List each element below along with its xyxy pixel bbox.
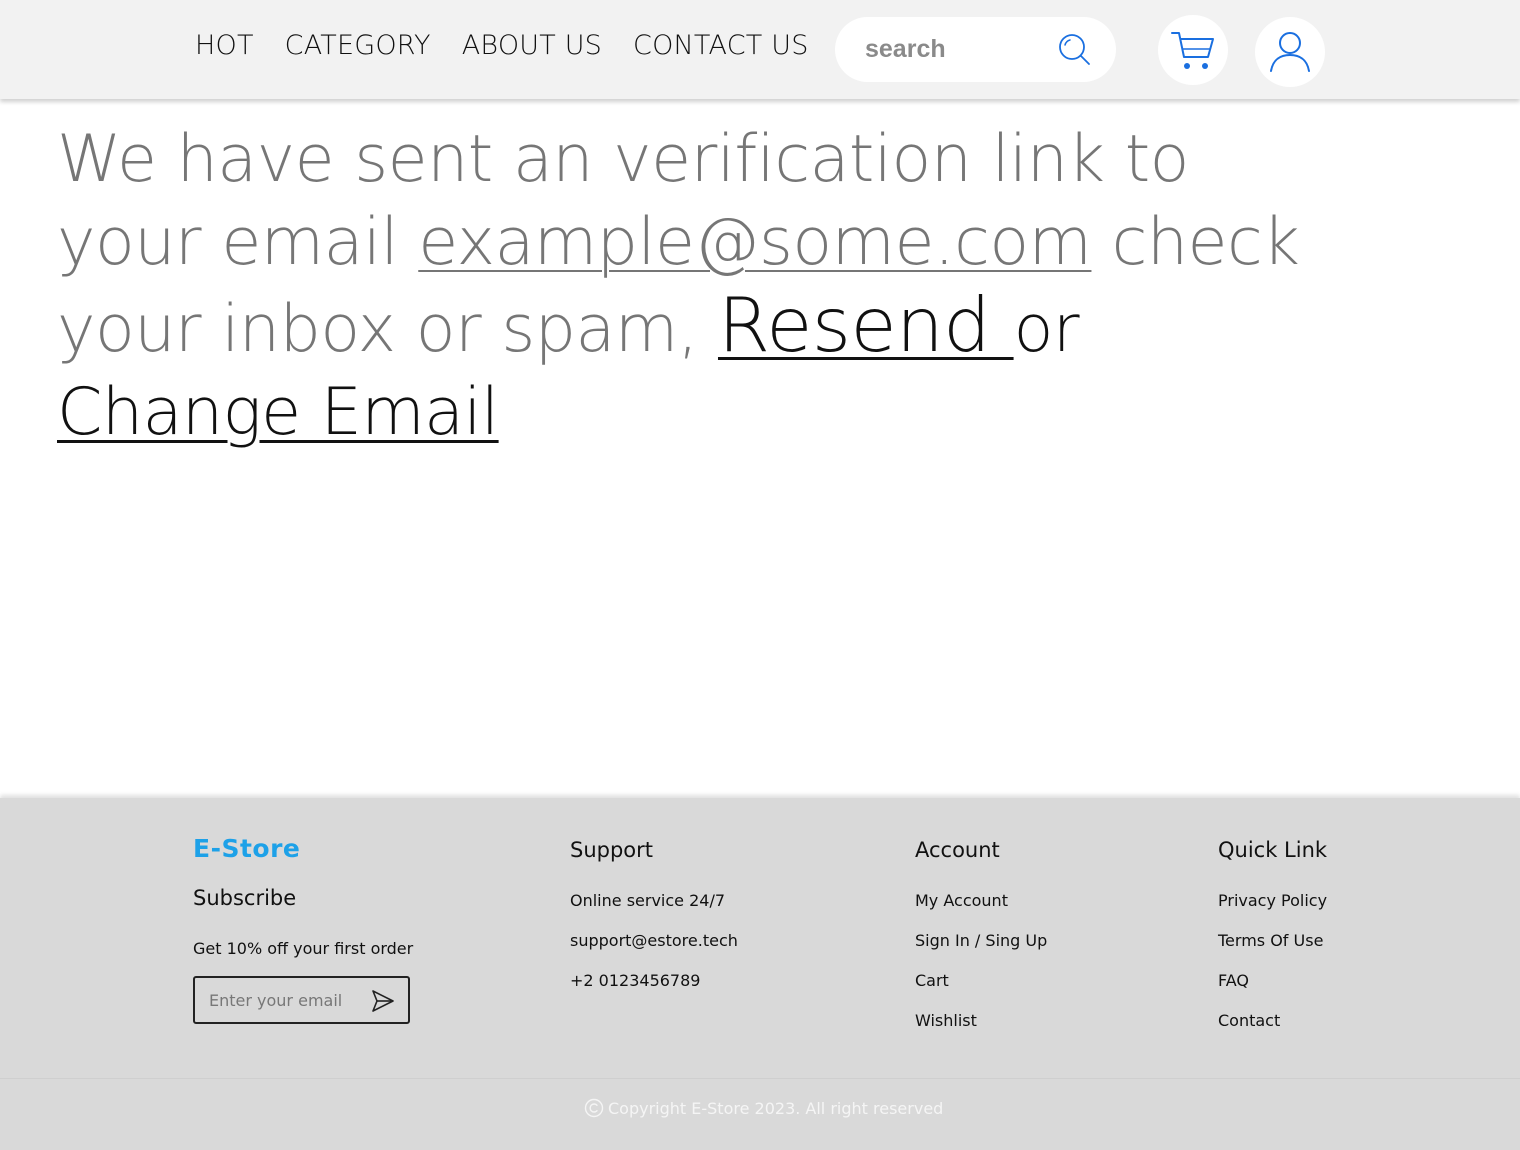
copyright: Copyright E-Store 2023. All right reserv…: [584, 1098, 943, 1118]
search-input[interactable]: [865, 31, 1045, 68]
email-address: example@some.com: [418, 205, 1092, 280]
footer-link-cart[interactable]: Cart: [915, 971, 949, 990]
footer-link-privacy-policy[interactable]: Privacy Policy: [1218, 891, 1327, 910]
support-phone-link[interactable]: +2 0123456789: [570, 971, 700, 990]
subscribe-offer-text: Get 10% off your first order: [193, 939, 414, 958]
footer-divider: [0, 1078, 1520, 1079]
account-title: Account: [915, 838, 1000, 862]
search-bar: [835, 17, 1116, 82]
copyright-text: Copyright E-Store 2023. All right reserv…: [608, 1098, 944, 1118]
nav-item-contact-us[interactable]: CONTACT US: [633, 30, 809, 61]
subscribe-form: [193, 976, 410, 1024]
nav-item-hot[interactable]: HOT: [195, 30, 254, 61]
user-icon: [1270, 32, 1310, 72]
subscribe-email-input[interactable]: [209, 988, 359, 1012]
resend-link[interactable]: Resend: [718, 281, 1014, 369]
copyright-icon: [584, 1098, 604, 1118]
support-title: Support: [570, 838, 654, 862]
send-icon[interactable]: [371, 989, 395, 1013]
main-nav: HOT CATEGORY ABOUT US CONTACT US: [195, 30, 809, 61]
footer-link-sign-in[interactable]: Sign In / Sing Up: [915, 931, 1047, 950]
search-icon[interactable]: [1057, 32, 1093, 68]
footer-link-terms-of-use[interactable]: Terms Of Use: [1218, 931, 1323, 950]
subscribe-title: Subscribe: [193, 886, 297, 910]
account-button[interactable]: [1255, 17, 1325, 87]
change-email-link[interactable]: Change Email: [57, 375, 499, 450]
support-email-link[interactable]: support@estore.tech: [570, 931, 738, 950]
footer-link-contact[interactable]: Contact: [1218, 1011, 1280, 1030]
footer-link-my-account[interactable]: My Account: [915, 891, 1008, 910]
nav-item-about-us[interactable]: ABOUT US: [462, 30, 602, 61]
nav-item-category[interactable]: CATEGORY: [285, 30, 431, 61]
footer-link-faq[interactable]: FAQ: [1218, 971, 1249, 990]
cart-button[interactable]: [1158, 15, 1228, 85]
or-text: or: [1013, 292, 1080, 367]
footer-brand-logo[interactable]: E-Store: [193, 834, 300, 863]
site-footer: E-Store Subscribe Get 10% off your first…: [0, 798, 1520, 1150]
support-hours: Online service 24/7: [570, 891, 726, 910]
cart-icon: [1171, 32, 1214, 69]
footer-link-wishlist[interactable]: Wishlist: [915, 1011, 977, 1030]
quick-link-title: Quick Link: [1218, 838, 1328, 862]
site-header: HOT CATEGORY ABOUT US CONTACT US: [0, 0, 1520, 99]
verification-message: We have sent an verification link to you…: [57, 118, 1317, 454]
